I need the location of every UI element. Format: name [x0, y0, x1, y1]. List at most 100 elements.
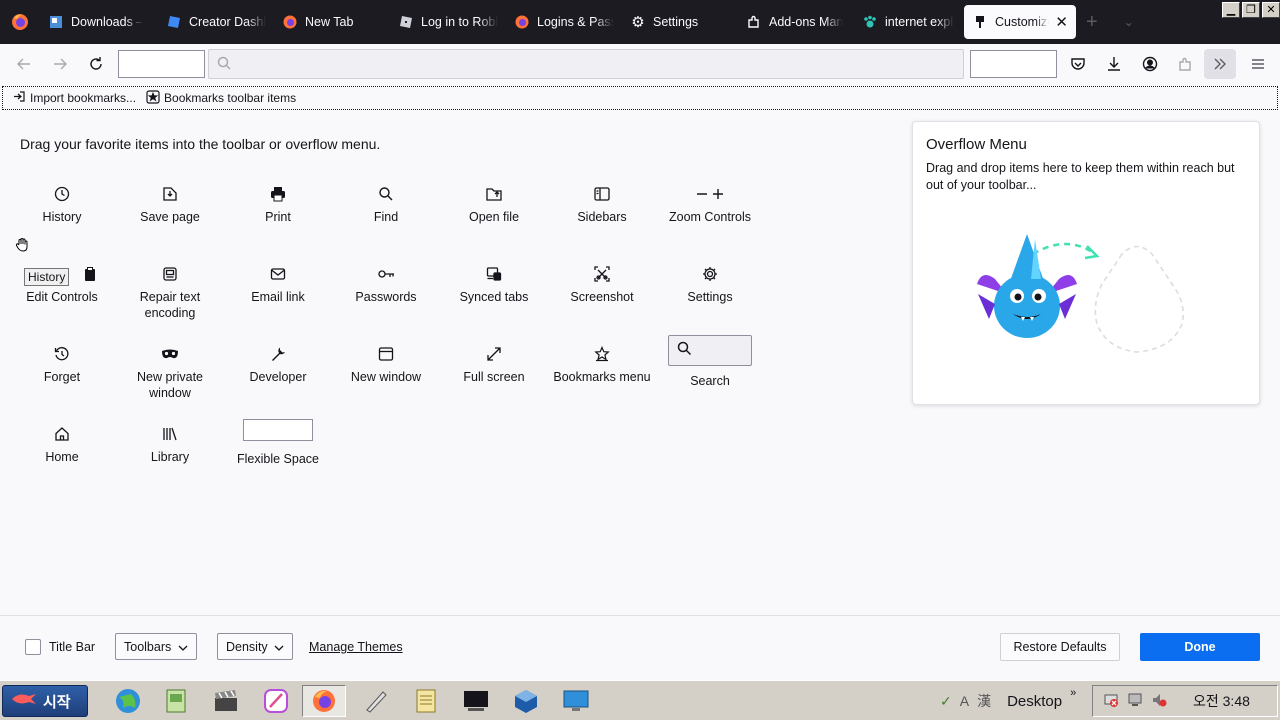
tab-settings[interactable]: ⚙ Settings — [622, 0, 738, 44]
palette-item-home[interactable]: Home — [12, 423, 112, 465]
tab-new-tab[interactable]: New Tab — [274, 0, 390, 44]
minimize-icon[interactable]: ▁ — [1222, 2, 1240, 18]
palette-item-new-private-window[interactable]: New private window — [120, 343, 220, 401]
new-tab-icon[interactable]: + — [1086, 11, 1098, 34]
tab-downloads[interactable]: Downloads – — [40, 0, 158, 44]
overflow-chevron-icon[interactable] — [1204, 49, 1236, 79]
overflow-menu-panel[interactable]: Overflow Menu Drag and drop items here t… — [912, 121, 1260, 405]
wrench-icon — [228, 343, 328, 365]
title-bar-checkbox[interactable]: Title Bar — [25, 639, 95, 655]
list-all-tabs-icon[interactable]: ⌄ — [1124, 15, 1134, 29]
palette-item-bookmarks-menu[interactable]: Bookmarks menu — [552, 343, 652, 385]
forget-icon — [12, 343, 112, 365]
palette-item-library[interactable]: Library — [120, 423, 220, 465]
account-icon[interactable] — [1132, 48, 1168, 80]
clock[interactable]: 오전 3:48 — [1193, 691, 1250, 711]
palette-item-full-screen[interactable]: Full screen — [444, 343, 544, 385]
notification-area: 오전 3:48 — [1092, 685, 1278, 717]
folder-icon — [444, 183, 544, 205]
palette-item-open-file[interactable]: Open file — [444, 183, 544, 225]
item-label: Zoom Controls — [669, 210, 751, 224]
start-button[interactable]: 시작 — [2, 685, 88, 717]
done-button[interactable]: Done — [1140, 633, 1260, 661]
clapperboard-icon[interactable] — [204, 685, 248, 717]
volume-muted-icon[interactable] — [1151, 692, 1167, 711]
desktop-toolbar-label[interactable]: Desktop — [1007, 693, 1062, 710]
restore-defaults-button[interactable]: Restore Defaults — [1000, 633, 1120, 661]
flexible-space-widget — [243, 419, 313, 441]
density-dropdown[interactable]: Density — [217, 633, 293, 660]
palette-item-email-link[interactable]: Email link — [228, 263, 328, 305]
tab-roblox-login[interactable]: Log in to Robl — [390, 0, 506, 44]
manage-themes-link[interactable]: Manage Themes — [309, 640, 403, 654]
globe-browser-icon[interactable] — [106, 685, 150, 717]
tab-logins-passwords[interactable]: Logins & Pass — [506, 0, 622, 44]
title-bar-label: Title Bar — [49, 640, 96, 654]
virtualbox-icon[interactable] — [504, 685, 548, 717]
palette-item-history[interactable]: History — [12, 183, 112, 225]
notepad-app-icon[interactable] — [154, 685, 198, 717]
paw-icon — [862, 14, 878, 30]
palette-item-new-window[interactable]: New window — [336, 343, 436, 385]
bookmarks-toolbar: Import bookmarks... Bookmarks toolbar it… — [2, 86, 1278, 110]
url-bar[interactable] — [208, 49, 964, 79]
notes-app-icon[interactable] — [404, 685, 448, 717]
reload-icon[interactable] — [78, 48, 114, 80]
pen-tool-icon[interactable] — [354, 685, 398, 717]
palette-item-forget[interactable]: Forget — [12, 343, 112, 385]
tab-label: internet explo — [885, 15, 954, 29]
checkbox-box[interactable] — [25, 639, 41, 655]
ime-hanja[interactable]: 漢 — [977, 691, 991, 711]
palette-item-print[interactable]: Print — [228, 183, 328, 225]
palette-item-zoom-controls[interactable]: Zoom Controls — [660, 183, 760, 225]
start-logo-icon — [11, 692, 37, 710]
firefox-taskbar-icon[interactable] — [302, 685, 346, 717]
firefox-menu-icon[interactable] — [0, 0, 40, 44]
close-window-icon[interactable]: ✕ — [1262, 2, 1280, 18]
window-icon — [336, 343, 436, 365]
item-label: Print — [265, 210, 291, 224]
pocket-icon[interactable] — [1060, 48, 1096, 80]
restore-icon[interactable]: ❐ — [1242, 2, 1260, 18]
back-icon[interactable] — [6, 48, 42, 80]
toolbar-expand-icon[interactable]: » — [1070, 687, 1076, 699]
palette-item-settings[interactable]: Settings — [660, 263, 760, 305]
remote-desktop-icon[interactable] — [554, 685, 598, 717]
palette-item-save-page[interactable]: Save page — [120, 183, 220, 225]
forward-icon[interactable] — [42, 48, 78, 80]
tab-creator-dashboard[interactable]: Creator Dashb — [158, 0, 274, 44]
item-label: Sidebars — [577, 210, 627, 224]
item-label: Bookmarks menu — [553, 370, 651, 384]
paint-app-icon[interactable] — [254, 685, 298, 717]
palette-item-developer[interactable]: Developer — [228, 343, 328, 385]
import-bookmarks-button[interactable]: Import bookmarks... — [13, 90, 136, 106]
item-label: Open file — [468, 210, 520, 224]
bookmarks-toolbar-items[interactable]: Bookmarks toolbar items — [146, 89, 296, 107]
key-icon — [336, 263, 436, 285]
url-input[interactable] — [237, 51, 963, 77]
import-bookmarks-label: Import bookmarks... — [30, 91, 137, 105]
network-computer-icon[interactable] — [1127, 692, 1143, 711]
palette-item-sidebars[interactable]: Sidebars — [552, 183, 652, 225]
firefox-icon — [514, 14, 530, 30]
ime-mode[interactable]: A — [960, 693, 969, 709]
security-check-icon[interactable]: ✓ — [940, 693, 952, 710]
network-error-icon[interactable] — [1103, 692, 1119, 711]
palette-item-repair-text-encoding[interactable]: Repair text encoding — [120, 263, 220, 321]
tab-internet-explorer[interactable]: internet explo — [854, 0, 962, 44]
item-label: Synced tabs — [459, 290, 529, 304]
close-tab-icon[interactable]: ✕ — [1055, 13, 1068, 31]
toolbars-dropdown[interactable]: Toolbars — [115, 633, 197, 660]
palette-item-screenshot[interactable]: Screenshot — [552, 263, 652, 305]
palette-item-synced-tabs[interactable]: Synced tabs — [444, 263, 544, 305]
palette-item-flexible-space[interactable]: Flexible Space — [228, 419, 328, 467]
extensions-icon[interactable] — [1168, 48, 1204, 80]
terminal-app-icon[interactable] — [454, 685, 498, 717]
downloads-icon[interactable] — [1096, 48, 1132, 80]
palette-item-passwords[interactable]: Passwords — [336, 263, 436, 305]
hamburger-menu-icon[interactable] — [1240, 48, 1276, 80]
tab-customize[interactable]: Customize ✕ — [964, 5, 1076, 39]
tab-addons-manager[interactable]: Add-ons Man — [738, 0, 854, 44]
palette-item-find[interactable]: Find — [336, 183, 436, 225]
palette-item-search[interactable]: Search — [660, 335, 760, 389]
